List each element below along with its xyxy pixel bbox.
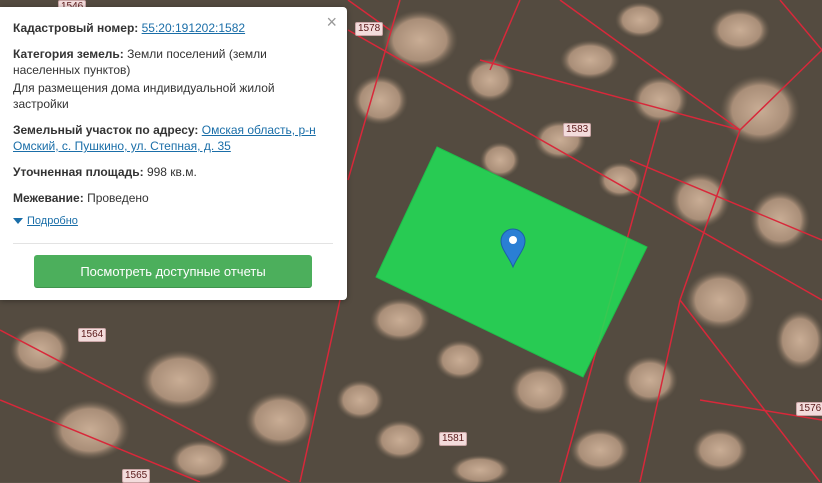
address-row: Земельный участок по адресу: Омская обла… — [13, 122, 323, 154]
details-toggle[interactable]: Подробно — [13, 215, 78, 227]
area-value: 998 кв.м. — [146, 165, 197, 179]
details-toggle-label: Подробно — [27, 215, 78, 227]
view-reports-button[interactable]: Посмотреть доступные отчеты — [34, 255, 312, 288]
land-category-label: Категория земель: — [13, 47, 124, 61]
parcel-number-label: 1583 — [563, 123, 592, 137]
parcel-number-label: 1578 — [355, 22, 384, 36]
cadastral-number-link[interactable]: 55:20:191202:1582 — [142, 21, 245, 35]
address-label: Земельный участок по адресу: — [13, 123, 199, 137]
cadastral-number-row: Кадастровый номер: 55:20:191202:1582 — [13, 20, 323, 36]
land-category-row: Категория земель: Земли поселений (земли… — [13, 46, 323, 78]
parcel-number-label: 1581 — [439, 432, 468, 446]
parcel-number-label: 1576 — [796, 402, 822, 416]
close-icon[interactable]: × — [326, 13, 337, 31]
parcel-number-label: 1564 — [78, 328, 107, 342]
survey-row: Межевание: Проведено — [13, 190, 323, 206]
triangle-down-icon — [13, 218, 23, 225]
divider — [13, 243, 333, 244]
land-usage-value: Для размещения дома индивидуальной жилой… — [13, 81, 275, 111]
survey-value: Проведено — [87, 191, 149, 205]
area-label: Уточненная площадь: — [13, 165, 144, 179]
parcel-info-popup: × Кадастровый номер: 55:20:191202:1582 К… — [0, 7, 347, 300]
area-row: Уточненная площадь: 998 кв.м. — [13, 164, 323, 180]
parcel-number-label: 1565 — [122, 469, 151, 483]
survey-label: Межевание: — [13, 191, 84, 205]
cadastral-number-label: Кадастровый номер: — [13, 21, 139, 35]
